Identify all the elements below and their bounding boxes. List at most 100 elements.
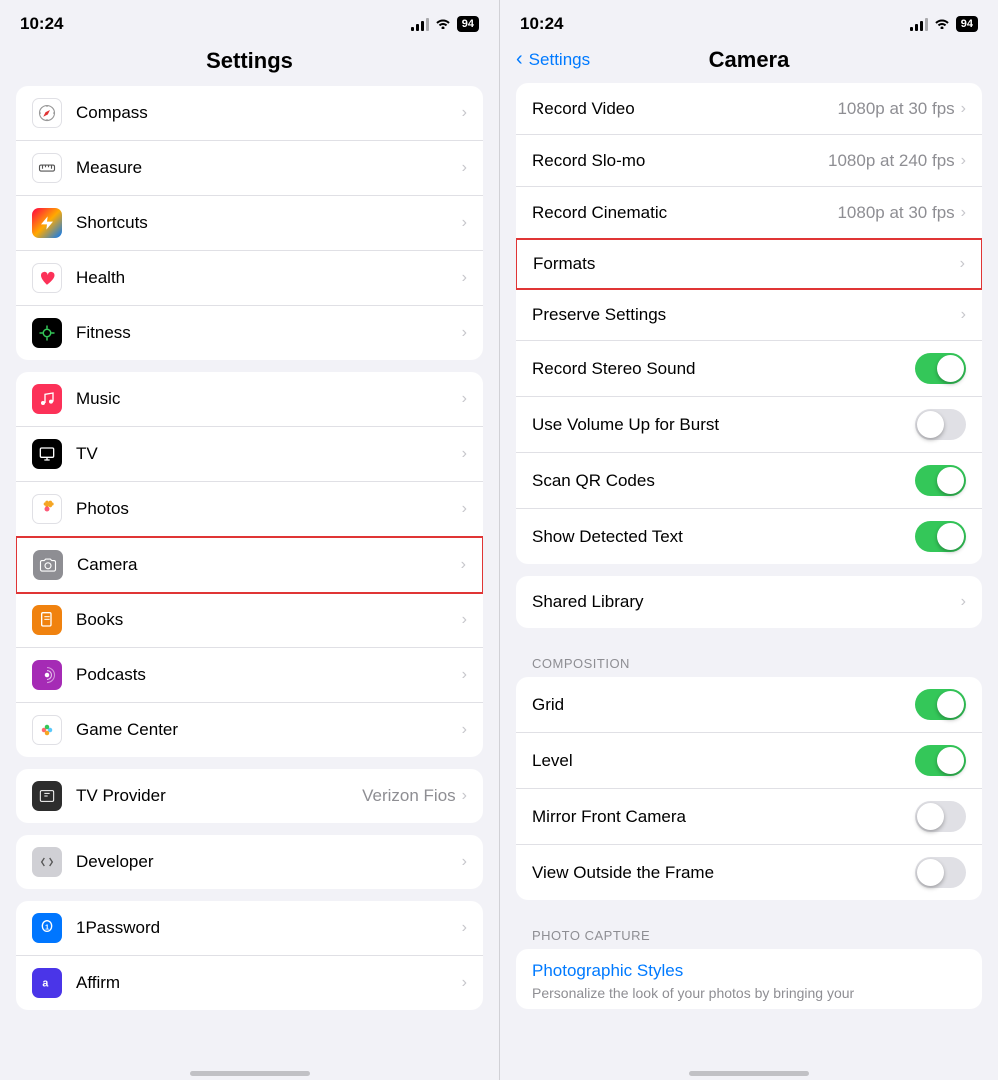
camera-section-4: Photographic Styles Personalize the look… [516,949,982,1009]
record-cinematic-value: 1080p at 30 fps [837,203,954,223]
back-label: Settings [529,50,590,70]
row-show-detected[interactable]: Show Detected Text [516,509,982,564]
podcasts-label: Podcasts [76,665,462,685]
row-tvprovider[interactable]: TV Provider Verizon Fios › [16,769,483,823]
row-podcasts[interactable]: Podcasts › [16,648,483,703]
left-scroll: Compass › Measure › Shortcuts › [0,86,499,1063]
level-label: Level [532,751,915,771]
bottom-spacer [16,1022,483,1042]
row-books[interactable]: Books › [16,593,483,648]
left-battery: 94 [457,16,479,32]
record-video-label: Record Video [532,99,837,119]
svg-text:a: a [42,977,48,989]
right-battery: 94 [956,16,978,32]
compass-icon [32,98,62,128]
left-status-bar: 10:24 94 [0,0,499,40]
row-mirror-front[interactable]: Mirror Front Camera [516,789,982,845]
photos-chevron: › [462,500,467,518]
developer-label: Developer [76,852,462,872]
shortcuts-label: Shortcuts [76,213,462,233]
1password-icon: 1 [32,913,62,943]
level-toggle[interactable] [915,745,966,776]
row-1password[interactable]: 1 1Password › [16,901,483,956]
scan-qr-toggle[interactable] [915,465,966,496]
show-detected-toggle[interactable] [915,521,966,552]
row-photos[interactable]: Photos › [16,482,483,537]
row-record-stereo[interactable]: Record Stereo Sound [516,341,982,397]
row-measure[interactable]: Measure › [16,141,483,196]
row-shared-library[interactable]: Shared Library › [516,576,982,628]
volume-burst-label: Use Volume Up for Burst [532,415,915,435]
row-preserve-settings[interactable]: Preserve Settings › [516,289,982,341]
1password-label: 1Password [76,918,462,938]
row-photographic-styles[interactable]: Photographic Styles Personalize the look… [516,949,982,1009]
developer-chevron: › [462,853,467,871]
view-outside-toggle[interactable] [915,857,966,888]
row-record-cinematic[interactable]: Record Cinematic 1080p at 30 fps › [516,187,982,239]
music-icon [32,384,62,414]
row-compass[interactable]: Compass › [16,86,483,141]
gamecenter-label: Game Center [76,720,462,740]
composition-section-label: COMPOSITION [516,640,982,677]
right-signal-icon [910,17,928,31]
photos-label: Photos [76,499,462,519]
affirm-label: Affirm [76,973,462,993]
settings-group-3: TV Provider Verizon Fios › [16,769,483,823]
row-formats[interactable]: Formats › [516,238,982,290]
row-tv[interactable]: TV › [16,427,483,482]
right-status-icons: 94 [910,16,978,32]
scan-qr-label: Scan QR Codes [532,471,915,491]
books-icon [32,605,62,635]
music-chevron: › [462,390,467,408]
music-label: Music [76,389,462,409]
row-fitness[interactable]: Fitness › [16,306,483,360]
camera-section-1: Record Video 1080p at 30 fps › Record Sl… [516,83,982,564]
row-music[interactable]: Music › [16,372,483,427]
back-button[interactable]: ‹ Settings [516,48,590,71]
row-affirm[interactable]: a Affirm › [16,956,483,1010]
grid-toggle[interactable] [915,689,966,720]
tvprovider-icon [32,781,62,811]
row-shortcuts[interactable]: Shortcuts › [16,196,483,251]
right-time: 10:24 [520,14,563,34]
right-wifi-icon [934,16,950,32]
camera-app-icon [33,550,63,580]
right-scroll: Record Video 1080p at 30 fps › Record Sl… [500,83,998,1063]
books-label: Books [76,610,462,630]
photo-capture-section-label: PHOTO CAPTURE [516,912,982,949]
row-scan-qr[interactable]: Scan QR Codes [516,453,982,509]
measure-chevron: › [462,159,467,177]
camera-chevron: › [461,556,466,574]
volume-burst-toggle[interactable] [915,409,966,440]
row-volume-burst[interactable]: Use Volume Up for Burst [516,397,982,453]
record-slomo-label: Record Slo-mo [532,151,828,171]
settings-group-1: Compass › Measure › Shortcuts › [16,86,483,360]
back-chevron-icon: ‹ [516,48,523,71]
tvprovider-label: TV Provider [76,786,362,806]
row-level[interactable]: Level [516,733,982,789]
row-record-video[interactable]: Record Video 1080p at 30 fps › [516,83,982,135]
svg-text:1: 1 [45,922,49,931]
camera-label: Camera [77,555,461,575]
show-detected-label: Show Detected Text [532,527,915,547]
gamecenter-icon [32,715,62,745]
shortcuts-icon [32,208,62,238]
row-view-outside[interactable]: View Outside the Frame [516,845,982,900]
settings-group-4: Developer › [16,835,483,889]
row-health[interactable]: Health › [16,251,483,306]
row-record-slomo[interactable]: Record Slo-mo 1080p at 240 fps › [516,135,982,187]
health-label: Health [76,268,462,288]
record-cinematic-label: Record Cinematic [532,203,837,223]
home-indicator-right [500,1063,998,1080]
row-grid[interactable]: Grid [516,677,982,733]
tvprovider-value: Verizon Fios [362,786,456,806]
shared-library-chevron: › [961,593,966,611]
row-gamecenter[interactable]: Game Center › [16,703,483,757]
row-developer[interactable]: Developer › [16,835,483,889]
row-camera[interactable]: Camera › [16,536,483,594]
mirror-front-toggle[interactable] [915,801,966,832]
health-icon [32,263,62,293]
record-stereo-toggle[interactable] [915,353,966,384]
preserve-settings-label: Preserve Settings [532,305,961,325]
right-bottom-spacer [516,1021,982,1041]
